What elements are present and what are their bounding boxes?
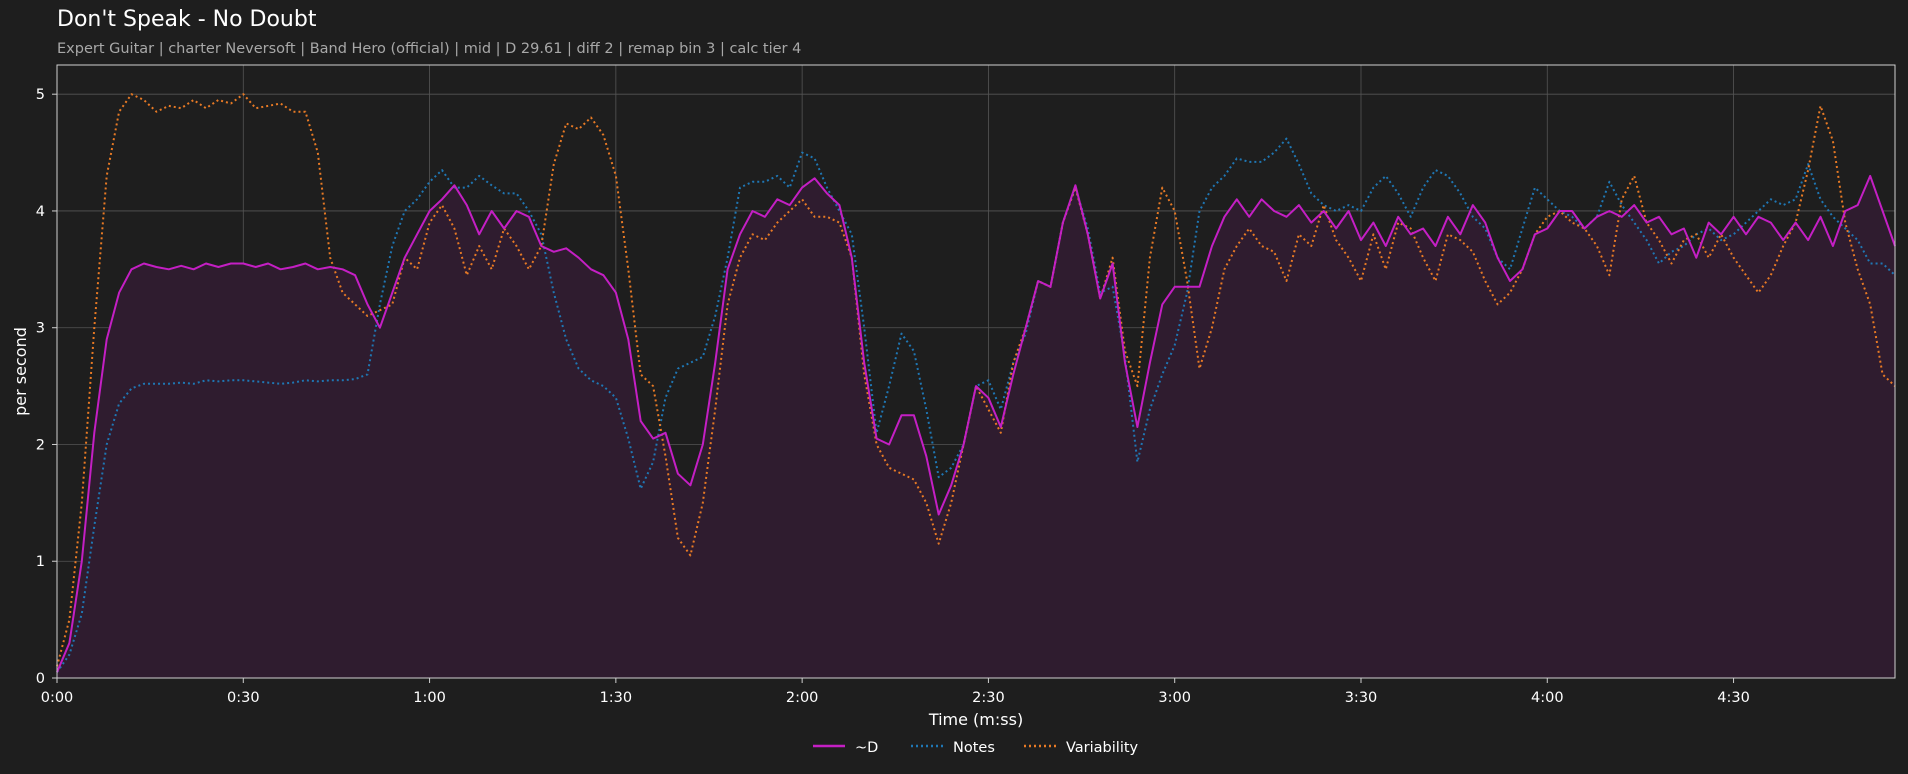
x-tick-label: 1:00: [413, 690, 446, 706]
x-tick-label: 2:00: [786, 690, 819, 706]
y-tick-label: 3: [36, 321, 45, 337]
x-axis-label: Time (m:ss): [928, 710, 1023, 729]
x-tick-label: 0:00: [41, 690, 74, 706]
x-tick-label: 3:30: [1345, 690, 1378, 706]
y-ticks: 0 1 2 3 4 5: [36, 87, 57, 687]
legend-label: Notes: [953, 740, 995, 756]
chart-svg: 0:00 0:30 1:00 1:30 2:00 2:30 3:00 3:30 4:00 4:30…: [11, 64, 1896, 756]
x-tick-label: 4:00: [1531, 690, 1564, 706]
x-tick-label: 4:30: [1717, 690, 1750, 706]
area-under-d: [57, 175, 1895, 678]
area-fill: [57, 175, 1895, 678]
x-ticks: 0:00 0:30 1:00 1:30 2:00 2:30 3:00 3:30 4:00 4:30: [41, 678, 1750, 706]
legend-label: Variability: [1066, 740, 1139, 756]
y-tick-label: 4: [36, 204, 45, 220]
y-tick-label: 2: [36, 437, 45, 453]
y-axis-label: per second: [11, 327, 30, 416]
legend-label: ~D: [855, 740, 878, 756]
x-tick-label: 3:00: [1158, 690, 1191, 706]
y-tick-label: 1: [36, 554, 45, 570]
y-tick-label: 0: [36, 671, 45, 687]
x-tick-label: 0:30: [227, 690, 260, 706]
legend: ~D Notes Variability: [813, 740, 1139, 756]
y-tick-label: 5: [36, 87, 45, 103]
x-tick-label: 1:30: [600, 690, 633, 706]
x-tick-label: 2:30: [972, 690, 1005, 706]
